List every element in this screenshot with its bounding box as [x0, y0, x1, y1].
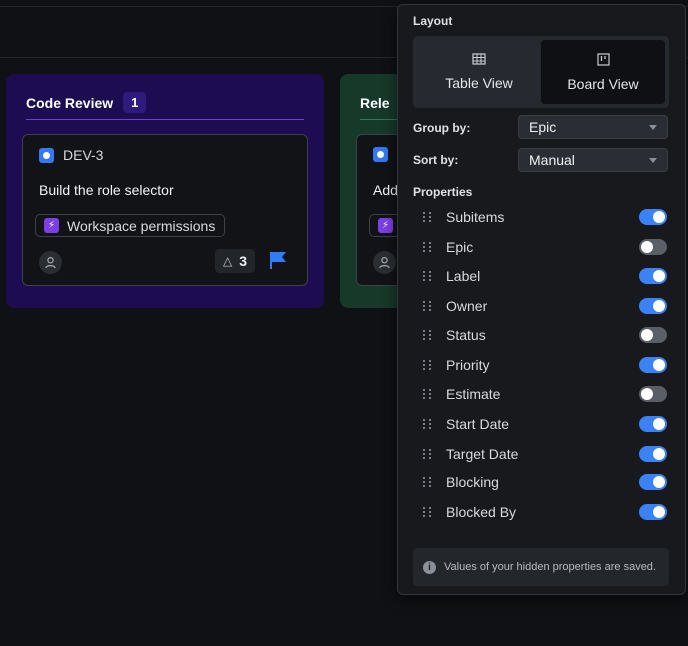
- sort-by-value: Manual: [529, 152, 575, 168]
- drag-handle-icon[interactable]: [423, 477, 433, 487]
- epic-chip[interactable]: ⚡ Workspace permissions: [35, 214, 226, 237]
- property-row-start-date: Start Date: [413, 414, 669, 434]
- property-name: Owner: [446, 298, 488, 314]
- property-toggle[interactable]: [639, 416, 667, 432]
- property-toggle[interactable]: [639, 239, 667, 255]
- property-row-blocking: Blocking: [413, 472, 669, 492]
- drag-handle-icon[interactable]: [423, 389, 433, 399]
- property-row-status: Status: [413, 325, 669, 345]
- properties-title: Properties: [413, 185, 473, 199]
- property-name: Estimate: [446, 386, 501, 402]
- drag-handle-icon[interactable]: [423, 242, 433, 252]
- sort-by-select[interactable]: Manual: [518, 148, 668, 172]
- user-icon: [45, 256, 56, 269]
- property-name: Epic: [446, 239, 474, 255]
- layout-title: Layout: [413, 14, 453, 28]
- property-toggle[interactable]: [639, 386, 667, 402]
- drag-handle-icon[interactable]: [423, 301, 433, 311]
- property-row-label: Label: [413, 266, 669, 286]
- column-code-review: Code Review 1 DEV-3 Build the role selec…: [6, 74, 324, 308]
- column-header: Code Review 1: [26, 86, 304, 120]
- column-title: Rele: [360, 94, 390, 111]
- table-view-label: Table View: [445, 75, 513, 91]
- table-icon: [472, 53, 486, 65]
- assignee-avatar[interactable]: [373, 251, 396, 274]
- property-toggle[interactable]: [639, 474, 667, 490]
- chevron-down-icon: [649, 124, 657, 130]
- lightning-icon: ⚡: [44, 218, 59, 233]
- property-name: Subitems: [446, 209, 505, 225]
- group-by-label: Group by:: [413, 121, 471, 135]
- epic-label: Workspace permissions: [67, 217, 216, 234]
- property-name: Start Date: [446, 416, 510, 432]
- card-id-row: DEV-3: [39, 147, 103, 163]
- card-title: Add: [373, 182, 398, 198]
- subitems-count: 3: [239, 253, 248, 269]
- group-by-value: Epic: [529, 119, 557, 135]
- subitems-counter[interactable]: △ 3: [215, 249, 256, 273]
- property-row-target-date: Target Date: [413, 444, 669, 464]
- property-toggle[interactable]: [639, 504, 667, 520]
- sort-by-label: Sort by:: [413, 153, 459, 167]
- property-name: Label: [446, 268, 481, 284]
- group-by-select[interactable]: Epic: [518, 115, 668, 139]
- property-name: Blocked By: [446, 504, 517, 520]
- hidden-properties-info: i Values of your hidden properties are s…: [413, 548, 669, 586]
- drag-handle-icon[interactable]: [423, 212, 433, 222]
- user-icon: [379, 256, 390, 269]
- card-title: Build the role selector: [39, 182, 174, 198]
- column-count-badge: 1: [123, 92, 147, 113]
- triangle-icon: △: [223, 254, 233, 268]
- layout-panel: Layout Table View Board View Group by: E…: [397, 4, 686, 595]
- board-icon: [596, 52, 610, 66]
- info-text: Values of your hidden properties are sav…: [444, 560, 656, 573]
- property-name: Priority: [446, 357, 490, 373]
- info-icon: i: [423, 560, 436, 574]
- board-view-label: Board View: [567, 75, 639, 92]
- assignee-avatar[interactable]: [39, 251, 62, 274]
- card-id: DEV-3: [63, 147, 104, 163]
- board-view-button[interactable]: Board View: [541, 40, 665, 104]
- drag-handle-icon[interactable]: [423, 419, 433, 429]
- property-row-epic: Epic: [413, 237, 669, 257]
- property-toggle[interactable]: [639, 327, 667, 343]
- priority-flag-icon[interactable]: [268, 250, 288, 270]
- view-switcher: Table View Board View: [413, 36, 669, 108]
- property-row-blocked-by: Blocked By: [413, 502, 669, 522]
- lightning-icon: ⚡: [378, 218, 393, 233]
- column-title: Code Review: [26, 94, 114, 111]
- issue-type-icon: [373, 147, 388, 162]
- property-row-subitems: Subitems: [413, 207, 669, 227]
- drag-handle-icon[interactable]: [423, 330, 433, 340]
- drag-handle-icon[interactable]: [423, 271, 433, 281]
- property-name: Target Date: [446, 446, 519, 462]
- table-view-button[interactable]: Table View: [417, 40, 541, 104]
- drag-handle-icon[interactable]: [423, 507, 433, 517]
- property-toggle[interactable]: [639, 209, 667, 225]
- property-row-priority: Priority: [413, 355, 669, 375]
- property-row-estimate: Estimate: [413, 384, 669, 404]
- drag-handle-icon[interactable]: [423, 360, 433, 370]
- property-toggle[interactable]: [639, 298, 667, 314]
- issue-type-icon: [39, 147, 54, 163]
- property-row-owner: Owner: [413, 296, 669, 316]
- property-name: Blocking: [446, 474, 499, 490]
- property-name: Status: [446, 327, 486, 343]
- card-id-row: [373, 147, 388, 162]
- property-toggle[interactable]: [639, 268, 667, 284]
- property-toggle[interactable]: [639, 357, 667, 373]
- drag-handle-icon[interactable]: [423, 449, 433, 459]
- property-toggle[interactable]: [639, 446, 667, 462]
- issue-card[interactable]: DEV-3 Build the role selector ⚡ Workspac…: [22, 134, 308, 286]
- chevron-down-icon: [649, 157, 657, 163]
